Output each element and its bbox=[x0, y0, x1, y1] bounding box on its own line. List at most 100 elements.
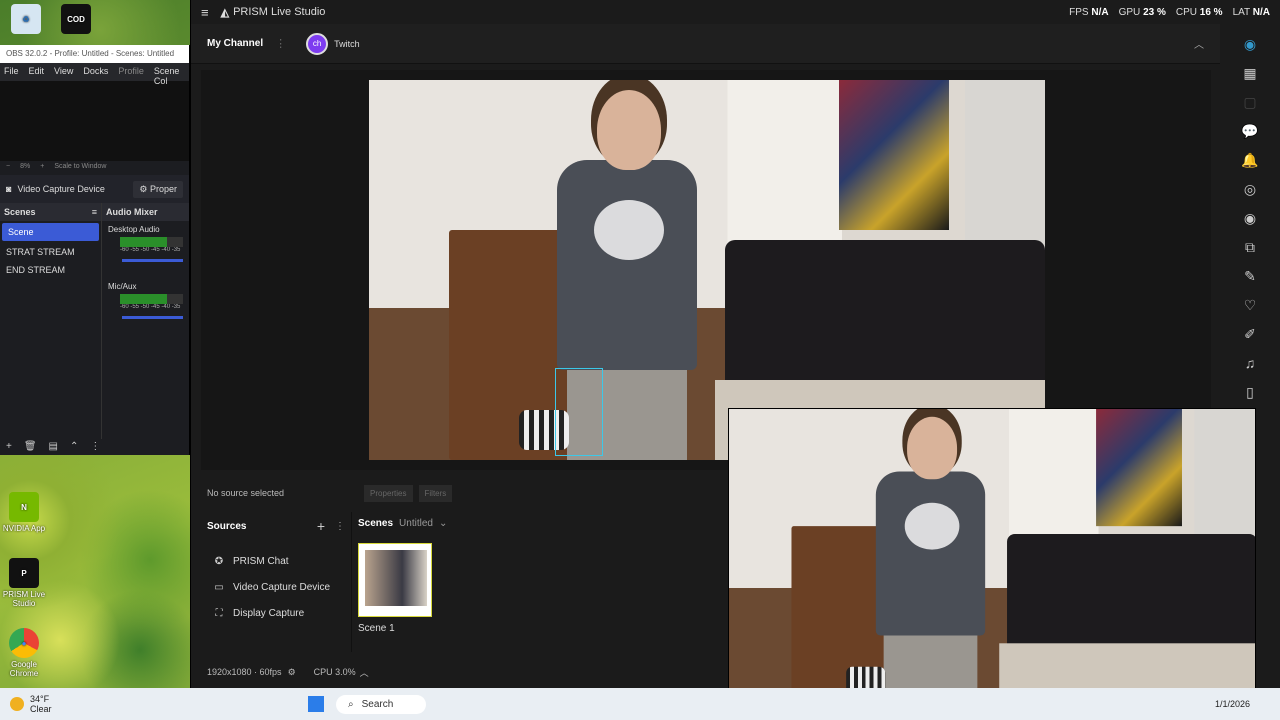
camera-overlay[interactable] bbox=[728, 408, 1256, 706]
virtual-camera-icon[interactable]: ◉ bbox=[1240, 208, 1260, 228]
obs-scene-item[interactable]: Scene bbox=[2, 223, 99, 241]
mixer-channel-name: Mic/Aux bbox=[108, 282, 137, 291]
source-item[interactable]: ⛶ Display Capture bbox=[207, 600, 345, 626]
source-item[interactable]: ✪ PRISM Chat bbox=[207, 548, 345, 574]
chat-bubble-icon[interactable]: 💬 bbox=[1240, 121, 1260, 141]
prism-logo-icon: ◭ bbox=[220, 6, 230, 19]
move-up-icon[interactable]: ⌃ bbox=[70, 441, 78, 453]
video-preview[interactable] bbox=[369, 80, 1045, 460]
prism-live-studio-desktop-icon[interactable]: P PRISM Live Studio bbox=[0, 558, 48, 608]
obs-mixer-header: Audio Mixer bbox=[106, 207, 158, 217]
obs-preview[interactable] bbox=[0, 81, 189, 161]
hamburger-menu-icon[interactable]: ≡ bbox=[201, 5, 209, 20]
obs-menu-view[interactable]: View bbox=[54, 66, 73, 78]
nvidia-app-icon[interactable]: N NVIDIA App bbox=[0, 492, 48, 533]
camera-icon: ◙ bbox=[6, 184, 12, 194]
copy-icon[interactable]: ⧉ bbox=[1240, 237, 1260, 257]
obs-scene-item[interactable]: END STREAM bbox=[0, 261, 101, 279]
obs-menu-scene-collection[interactable]: Scene Col bbox=[154, 66, 185, 86]
volume-slider[interactable] bbox=[122, 316, 183, 319]
my-channel-title: My Channel bbox=[207, 38, 264, 49]
channel-bar: My Channel ⋮ ch Twitch ︿ bbox=[191, 24, 1280, 64]
mixer-channel: Mic/Aux -60 -55 -50 -45 -40 -35 bbox=[102, 278, 189, 323]
bell-icon[interactable]: 🔔 bbox=[1240, 150, 1260, 170]
obs-dock-toolbar: + 🗑 ▤ ⌃ ⋮ bbox=[0, 439, 189, 455]
scene-filter-icon[interactable]: ▤ bbox=[49, 441, 58, 453]
meter-ticks: -60 -55 -50 -45 -40 -35 bbox=[120, 304, 181, 310]
cpu-status: CPU 3.0% bbox=[313, 667, 356, 677]
mixer-channel: Desktop Audio -60 -55 -50 -45 -40 -35 bbox=[102, 221, 189, 266]
zoom-in-button[interactable]: + bbox=[40, 163, 44, 173]
recycle-bin-icon[interactable]: ♻ bbox=[2, 4, 50, 36]
sources-dock: Sources + ⋮ ✪ PRISM Chat ▭ Video Capture D… bbox=[201, 512, 351, 652]
display-icon: ⛶ bbox=[215, 607, 223, 619]
weather-condition: Clear bbox=[30, 704, 52, 714]
scene-card[interactable] bbox=[358, 543, 432, 617]
properties-button[interactable]: Properties bbox=[364, 484, 413, 502]
filters-button[interactable]: Filters bbox=[418, 484, 453, 502]
prism-titlebar: ≡ ◭ PRISM Live Studio FPS N/A GPU 23 % C… bbox=[191, 0, 1280, 24]
draw-icon[interactable]: ✎ bbox=[1240, 266, 1260, 286]
twitch-avatar[interactable]: ch bbox=[306, 32, 329, 55]
obs-scenes-dock: Scenes ≡ Scene STRAT STREAM END STREAM bbox=[0, 203, 102, 439]
obs-docks: Scenes ≡ Scene STRAT STREAM END STREAM Au… bbox=[0, 203, 189, 439]
channel-menu-icon[interactable]: ⋮ bbox=[275, 37, 286, 50]
volume-meter bbox=[120, 237, 183, 247]
chevron-up-icon[interactable]: ︿ bbox=[360, 666, 369, 679]
remove-scene-icon[interactable]: 🗑 bbox=[24, 441, 37, 453]
obs-properties-button[interactable]: ⚙ Proper bbox=[133, 180, 183, 198]
chevron-down-icon[interactable]: ⌄ bbox=[439, 518, 447, 529]
prism-profile-icon[interactable]: ◉ bbox=[1240, 34, 1260, 54]
mobile-icon[interactable]: ▯ bbox=[1240, 382, 1260, 402]
sources-more-icon[interactable]: ⋮ bbox=[335, 521, 345, 532]
obs-audio-mixer: Audio Mixer Desktop Audio -60 -55 -50 -4… bbox=[102, 203, 189, 439]
obs-source-bar: ◙ Video Capture Device ⚙ Proper bbox=[0, 175, 189, 203]
gpu-value: 23 % bbox=[1143, 6, 1166, 18]
zoom-out-button[interactable]: − bbox=[6, 163, 10, 173]
camera-snapshot-icon[interactable]: ◎ bbox=[1240, 179, 1260, 199]
chat-icon: ✪ bbox=[214, 555, 224, 567]
heart-icon[interactable]: ♡ bbox=[1240, 295, 1260, 315]
dock-menu-icon[interactable]: ≡ bbox=[92, 207, 97, 217]
scenes-header: Scenes bbox=[358, 518, 394, 529]
obs-menu-edit[interactable]: Edit bbox=[29, 66, 45, 78]
chevron-up-icon[interactable]: ︿ bbox=[1194, 36, 1204, 51]
obs-scenes-header: Scenes bbox=[4, 207, 36, 217]
windows-start-icon[interactable] bbox=[308, 696, 324, 712]
obs-scene-item[interactable]: STRAT STREAM bbox=[0, 243, 101, 261]
obs-menu-profile[interactable]: Profile bbox=[118, 66, 144, 78]
taskbar-search[interactable]: ⌕ Search bbox=[336, 694, 426, 714]
music-icon[interactable]: ♫ bbox=[1240, 353, 1260, 373]
obs-menu-bar: File Edit View Docks Profile Scene Col bbox=[0, 63, 189, 86]
scene-collection-select[interactable]: Untitled bbox=[399, 518, 433, 529]
gear-icon: ⚙ bbox=[139, 183, 150, 194]
obs-menu-docks[interactable]: Docks bbox=[83, 66, 108, 78]
source-item[interactable]: ▭ Video Capture Device bbox=[207, 574, 345, 600]
settings-gear-icon[interactable]: ⚙ bbox=[288, 667, 296, 678]
performance-stats: FPS N/A GPU 23 % CPU 16 % LAT N/A bbox=[1069, 6, 1270, 18]
no-source-label: No source selected bbox=[207, 488, 285, 498]
fps-value: N/A bbox=[1091, 6, 1109, 18]
zoom-value: 8% bbox=[20, 163, 31, 170]
more-icon[interactable]: ⋮ bbox=[90, 441, 100, 453]
volume-meter bbox=[120, 294, 183, 304]
zoom-mode-select[interactable]: Scale to Window bbox=[54, 163, 106, 173]
obs-menu-file[interactable]: File bbox=[4, 66, 19, 78]
sticker-icon[interactable]: ✐ bbox=[1240, 324, 1260, 344]
google-chrome-icon[interactable]: ● Google Chrome bbox=[0, 628, 48, 678]
scene-thumbnail bbox=[365, 550, 427, 606]
call-of-duty-icon[interactable]: COD bbox=[52, 4, 100, 36]
meter-ticks: -60 -55 -50 -45 -40 -35 bbox=[120, 247, 181, 253]
layout-icon[interactable]: ▢ bbox=[1240, 92, 1260, 112]
mixer-channel-name: Desktop Audio bbox=[108, 225, 160, 234]
temperature: 34°F bbox=[30, 694, 50, 704]
selection-box[interactable] bbox=[555, 368, 603, 456]
widget-icon[interactable]: ▦ bbox=[1240, 63, 1260, 83]
weather-widget[interactable]: 34°F Clear bbox=[0, 694, 300, 714]
add-source-button[interactable]: + bbox=[317, 518, 325, 534]
volume-slider[interactable] bbox=[122, 259, 183, 262]
sun-icon bbox=[10, 697, 24, 711]
sources-header: Sources bbox=[207, 520, 247, 532]
add-scene-icon[interactable]: + bbox=[6, 441, 12, 453]
lat-value: N/A bbox=[1252, 6, 1270, 18]
